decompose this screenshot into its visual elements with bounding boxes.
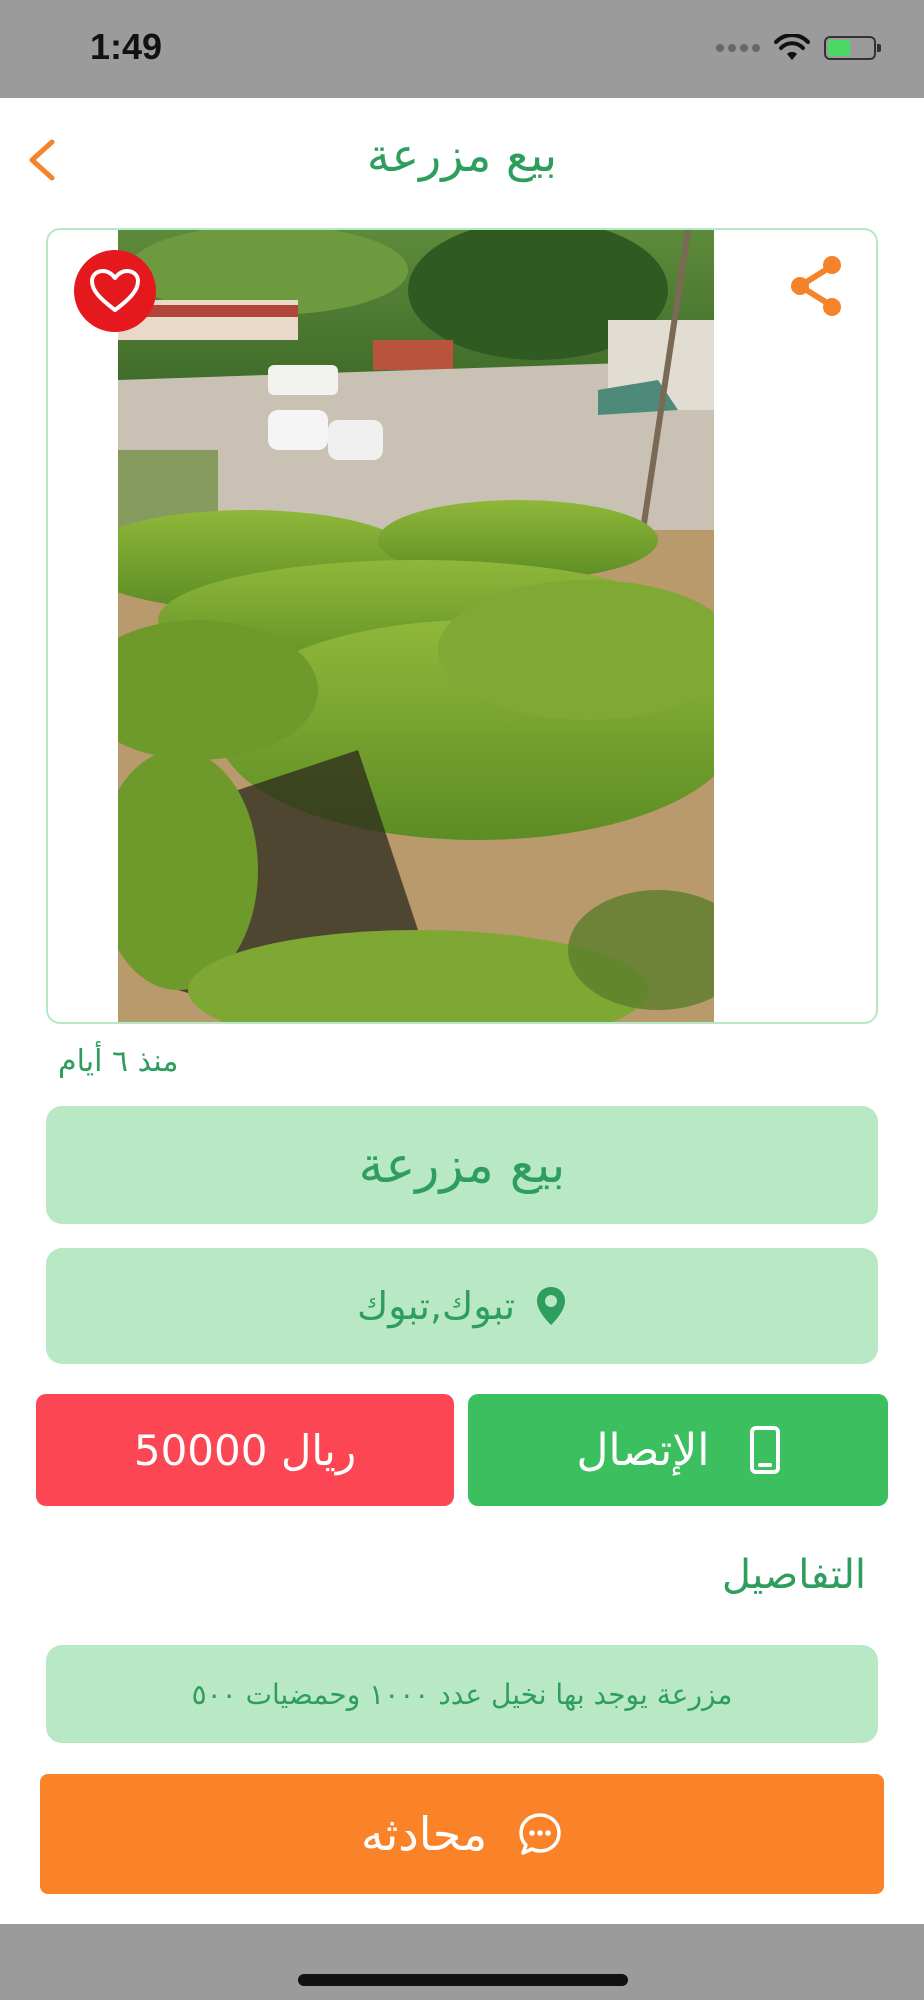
share-icon[interactable] — [786, 254, 846, 318]
status-bar: 1:49 — [0, 0, 924, 98]
call-button[interactable]: الإتصال — [468, 1394, 888, 1506]
farm-photo[interactable] — [118, 230, 714, 1024]
location-text: تبوك,تبوك — [356, 1284, 516, 1328]
chat-label: محادثه — [360, 1807, 488, 1861]
price-button[interactable]: 50000 ريال — [36, 1394, 454, 1506]
heart-icon — [90, 269, 140, 312]
wifi-icon — [774, 34, 810, 60]
home-indicator-area — [0, 1924, 924, 2000]
listing-image-card — [46, 228, 878, 1024]
listing-title: بيع مزرعة — [46, 1106, 878, 1224]
details-heading: التفاصيل — [721, 1552, 866, 1598]
chat-button[interactable]: محادثه — [40, 1774, 884, 1894]
home-indicator[interactable] — [298, 1974, 628, 1986]
nav-bar: بيع مزرعة — [0, 98, 924, 222]
posted-time: منذ ٦ أيام — [58, 1044, 179, 1079]
location-pin-icon — [537, 1287, 566, 1325]
signal-icon — [716, 44, 760, 52]
location-pill: تبوك,تبوك — [46, 1248, 878, 1364]
call-label: الإتصال — [576, 1424, 710, 1476]
chat-bubble-icon — [519, 1813, 561, 1855]
description-text: مزرعة يوجد بها نخيل عدد ١٠٠٠ وحمضيات ٥٠٠ — [46, 1645, 878, 1743]
phone-icon — [749, 1426, 780, 1474]
status-time: 1:49 — [90, 26, 163, 67]
favorite-button[interactable] — [74, 250, 156, 332]
page-title: بيع مزرعة — [366, 128, 558, 182]
status-icons — [716, 34, 881, 62]
battery-icon — [824, 36, 881, 60]
